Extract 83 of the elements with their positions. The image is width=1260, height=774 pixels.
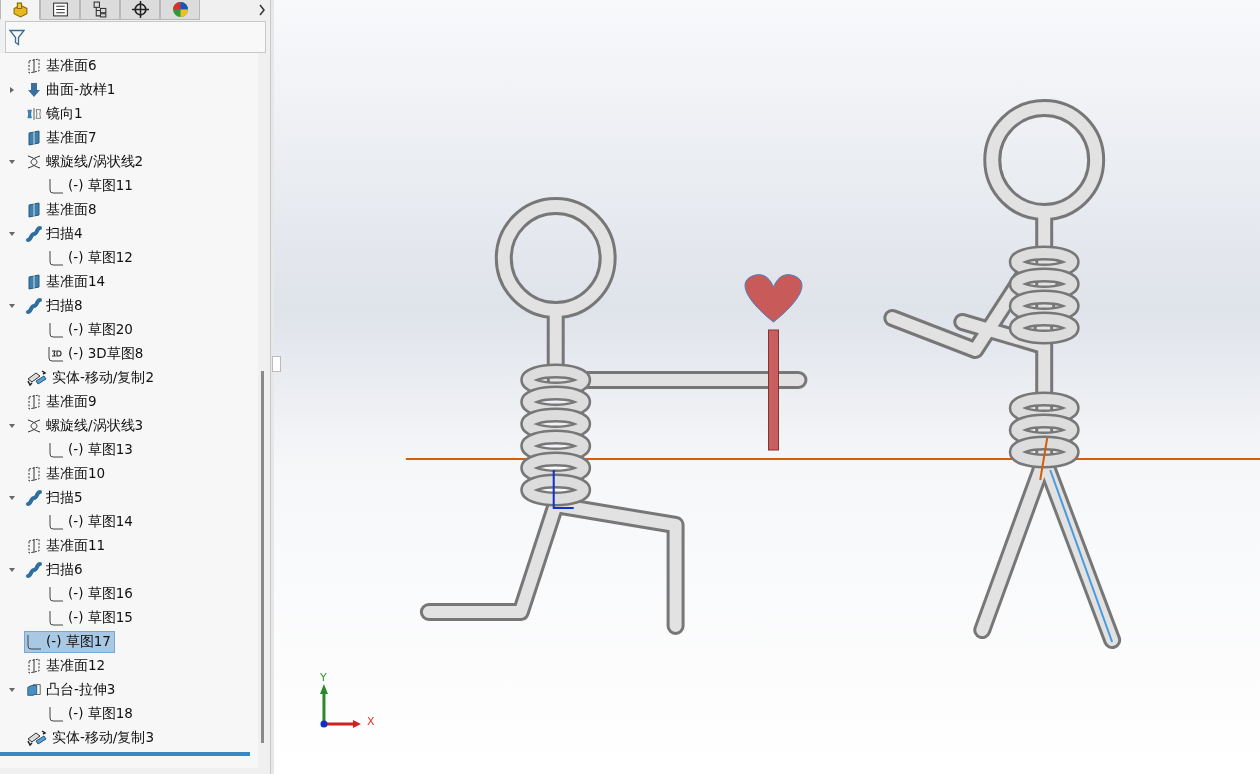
sketch-icon [26, 634, 42, 650]
down-arrow-icon [26, 82, 42, 98]
sweep-icon [26, 226, 42, 242]
extrude-icon [26, 682, 42, 698]
tree-item[interactable]: (-) 草图14 [46, 511, 137, 533]
move-copy-icon [26, 730, 48, 746]
color-ball-icon [171, 1, 189, 18]
collapse-caret-icon[interactable] [8, 158, 16, 166]
sweep-icon [26, 562, 42, 578]
tree-item[interactable]: (-) 草图13 [46, 439, 137, 461]
tree-item[interactable]: (-) 草图12 [46, 247, 137, 269]
collapse-caret-icon[interactable] [8, 494, 16, 502]
plane-icon [26, 274, 42, 290]
tree-item[interactable]: (-) 3D草图8 [46, 343, 148, 365]
sketch-icon [48, 586, 64, 602]
axis-triad-icon [319, 684, 361, 728]
sketch-icon [48, 442, 64, 458]
tree-item[interactable]: 基准面8 [24, 199, 101, 221]
plane-icon [26, 658, 42, 674]
tree-item[interactable]: 螺旋线/涡状线3 [24, 415, 148, 437]
tree-item[interactable]: (-) 草图17 [24, 631, 115, 653]
sketch-icon [48, 706, 64, 722]
sweep-icon [26, 298, 42, 314]
tree-item[interactable]: 实体-移动/复制3 [24, 727, 158, 749]
configuration-icon [91, 1, 109, 18]
helix-icon [26, 154, 42, 170]
tree-item[interactable]: 镜向1 [24, 103, 87, 125]
tree-item[interactable]: (-) 草图15 [46, 607, 137, 629]
plane-icon [26, 202, 42, 218]
plane-icon [26, 130, 42, 146]
collapse-caret-icon[interactable] [8, 422, 16, 430]
panel-tab[interactable] [120, 0, 160, 20]
sketch-icon [48, 514, 64, 530]
filter-field[interactable] [5, 21, 266, 53]
panel-tab[interactable] [40, 0, 80, 20]
collapse-caret-icon[interactable] [8, 302, 16, 310]
collapse-caret-icon[interactable] [8, 566, 16, 574]
crosshair-icon [131, 1, 149, 18]
expand-caret-icon[interactable] [8, 86, 16, 94]
move-copy-icon [26, 370, 48, 386]
sketch-icon [48, 322, 64, 338]
tree-item[interactable]: 基准面9 [24, 391, 101, 413]
tree-item[interactable]: 螺旋线/涡状线2 [24, 151, 148, 173]
tree-item[interactable]: 扫描6 [24, 559, 87, 581]
part-icon [11, 1, 29, 18]
collapse-caret-icon[interactable] [8, 686, 16, 694]
tree-item[interactable]: (-) 草图18 [46, 703, 137, 725]
tree-item[interactable]: 基准面7 [24, 127, 101, 149]
tree-item[interactable]: 扫描4 [24, 223, 87, 245]
tree-item[interactable]: 基准面14 [24, 271, 110, 293]
list-icon [51, 1, 69, 18]
collapse-caret-icon[interactable] [8, 230, 16, 238]
chevron-right-icon[interactable] [258, 4, 266, 16]
tree-item[interactable]: 基准面10 [24, 463, 110, 485]
tree-item[interactable]: 凸台-拉伸3 [24, 679, 120, 701]
tree-item[interactable]: (-) 草图11 [46, 175, 137, 197]
tree-item[interactable]: (-) 草图20 [46, 319, 137, 341]
panel-tab[interactable] [80, 0, 120, 20]
splitter-handle[interactable] [272, 356, 281, 372]
plane-icon [26, 466, 42, 482]
filter-icon [9, 27, 25, 47]
mirror-icon [26, 106, 42, 122]
sweep-icon [26, 490, 42, 506]
helix-icon [26, 418, 42, 434]
plane-icon [26, 394, 42, 410]
tree-item[interactable]: 实体-移动/复制2 [24, 367, 158, 389]
tree-item[interactable]: (-) 草图16 [46, 583, 137, 605]
sketch-icon [48, 250, 64, 266]
plane-icon [26, 538, 42, 554]
tree-item[interactable]: 扫描5 [24, 487, 87, 509]
tree-item[interactable]: 曲面-放样1 [24, 79, 120, 101]
plane-icon [26, 58, 42, 74]
tree-item[interactable]: 基准面11 [24, 535, 110, 557]
sketch-3d-icon [48, 346, 64, 362]
panel-tab[interactable] [160, 0, 200, 20]
y-axis-label: Y [319, 671, 327, 684]
tree-item[interactable]: 基准面6 [24, 55, 101, 77]
sketch-icon [48, 178, 64, 194]
tree-item[interactable]: 基准面12 [24, 655, 110, 677]
x-axis-label: X [366, 715, 375, 728]
tree-item[interactable]: 扫描8 [24, 295, 87, 317]
scrollbar-thumb[interactable] [261, 371, 264, 743]
sketch-icon [48, 610, 64, 626]
